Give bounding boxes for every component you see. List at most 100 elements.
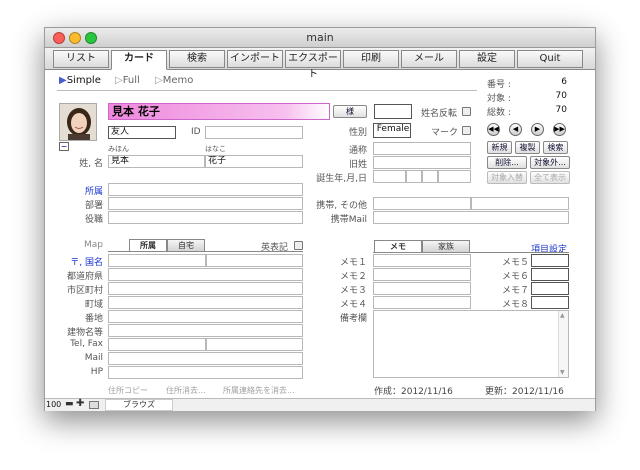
next-record-icon[interactable]: ▶ — [531, 123, 544, 136]
birth-day-field[interactable] — [422, 170, 438, 183]
tab-import[interactable]: インポート — [227, 50, 283, 68]
memo8-label: メモ８ — [501, 300, 529, 310]
tab-family[interactable]: 家族 — [422, 240, 470, 252]
birth-month-field[interactable] — [406, 170, 422, 183]
display-name-field[interactable]: 見本 花子 — [108, 103, 330, 120]
street-number-field[interactable] — [108, 310, 303, 323]
town-field[interactable] — [108, 296, 303, 309]
remarks-textarea[interactable]: ▲ ▼ — [373, 310, 569, 378]
search-button[interactable]: 検索 — [543, 141, 568, 154]
contact-photo[interactable] — [59, 103, 97, 141]
memo6-field[interactable] — [531, 268, 569, 281]
position-field[interactable] — [108, 211, 303, 224]
delete-button[interactable]: 削除... — [487, 156, 527, 169]
portrait-image — [60, 104, 96, 140]
prefecture-field[interactable] — [108, 268, 303, 281]
tab-memo[interactable]: メモ — [374, 240, 422, 252]
department-field[interactable] — [108, 197, 303, 210]
zoom-in-icon[interactable]: ✚ — [76, 399, 84, 409]
building-field[interactable] — [108, 324, 303, 337]
map-label[interactable]: Map — [59, 240, 103, 250]
mode-indicator[interactable]: ブラウズ — [105, 399, 173, 411]
scroll-down-icon[interactable]: ▼ — [560, 369, 565, 376]
clear-address-link[interactable]: 住所消去... — [166, 385, 206, 396]
status-bar: 100 ▬ ✚ ブラウズ — [45, 398, 595, 411]
duplicate-button[interactable]: 複製 — [515, 141, 540, 154]
total-value: 70 — [555, 105, 567, 115]
tel-fax-label: Tel, Fax — [70, 339, 103, 349]
tab-export[interactable]: エクスポート — [285, 50, 341, 80]
new-button[interactable]: 新規 — [487, 141, 512, 154]
tab-settings[interactable]: 設定 — [459, 50, 515, 68]
divider — [57, 90, 477, 91]
clear-affiliation-contact-link[interactable]: 所属連絡先を消去... — [223, 385, 295, 396]
city-field[interactable] — [108, 282, 303, 295]
sei-kana[interactable]: みほん — [108, 144, 129, 154]
zoom-out-icon[interactable]: ▬ — [65, 400, 74, 409]
copy-address-link[interactable]: 住所コピー — [108, 385, 148, 396]
quit-button[interactable]: Quit — [517, 50, 583, 68]
first-record-icon[interactable]: ◀◀ — [487, 123, 500, 136]
scroll-up-icon[interactable]: ▲ — [560, 312, 565, 319]
gender-field[interactable]: Female — [373, 123, 411, 138]
tab-search[interactable]: 検索 — [169, 50, 225, 68]
tab-card[interactable]: カード — [111, 50, 167, 70]
postal-field[interactable] — [108, 254, 206, 267]
show-all-button[interactable]: 全て表示 — [530, 171, 570, 184]
honorific-extra-field[interactable] — [374, 104, 412, 119]
affiliation-label: 所属 — [84, 187, 103, 197]
mobile-mail-label: 携帯Mail — [330, 215, 367, 225]
target-label: 対象 : — [487, 94, 511, 104]
view-full[interactable]: ▷Full — [115, 75, 140, 86]
hp-field[interactable] — [108, 366, 303, 379]
remove-photo-button[interactable]: − — [59, 142, 69, 151]
tab-address-home[interactable]: 自宅 — [167, 239, 205, 251]
relation-field[interactable]: 友人 — [108, 126, 176, 139]
tab-mail[interactable]: メール — [401, 50, 457, 68]
number-value: 6 — [561, 77, 567, 87]
city-label: 市区町村 — [66, 286, 103, 296]
memo5-field[interactable] — [531, 254, 569, 267]
memo8-field[interactable] — [531, 296, 569, 309]
mark-checkbox[interactable] — [462, 126, 471, 135]
english-checkbox[interactable] — [294, 241, 303, 250]
mobile-field-1[interactable] — [373, 197, 471, 210]
mobile-field-2[interactable] — [471, 197, 569, 210]
birth-year-field[interactable] — [373, 170, 406, 183]
replace-target-button[interactable]: 対象入替 — [487, 171, 527, 184]
sei-field[interactable]: 見本 — [108, 155, 205, 168]
alias-field[interactable] — [373, 142, 471, 155]
memo2-field[interactable] — [373, 268, 471, 281]
exclude-button[interactable]: 対象外... — [530, 156, 570, 169]
tab-address-work[interactable]: 所属 — [129, 239, 167, 251]
window-title: main — [306, 31, 334, 44]
view-memo-label: Memo — [162, 75, 194, 86]
tab-print[interactable]: 印刷 — [343, 50, 399, 68]
mei-field[interactable]: 花子 — [205, 155, 303, 168]
name-swap-checkbox[interactable] — [462, 107, 471, 116]
memo3-field[interactable] — [373, 282, 471, 295]
zoom-level[interactable]: 100 — [46, 400, 61, 409]
remarks-scrollbar[interactable]: ▲ ▼ — [558, 311, 568, 377]
fax-field[interactable] — [206, 338, 303, 351]
updated-date: 更新：2012/11/16 — [485, 387, 564, 397]
last-record-icon[interactable]: ▶▶ — [553, 123, 566, 136]
view-simple[interactable]: ▶Simple — [59, 75, 101, 86]
mail-field[interactable] — [108, 352, 303, 365]
tab-list[interactable]: リスト — [53, 50, 109, 68]
memo4-field[interactable] — [373, 296, 471, 309]
memo7-field[interactable] — [531, 282, 569, 295]
affiliation-field[interactable] — [108, 183, 303, 196]
memo1-field[interactable] — [373, 254, 471, 267]
age-field[interactable] — [438, 170, 471, 183]
mobile-mail-field[interactable] — [373, 211, 569, 224]
mei-kana[interactable]: はなこ — [205, 144, 226, 154]
tel-field[interactable] — [108, 338, 206, 351]
old-name-field[interactable] — [373, 156, 471, 169]
honorific-button[interactable]: 様 — [333, 105, 367, 118]
prev-record-icon[interactable]: ◀ — [509, 123, 522, 136]
view-memo[interactable]: ▷Memo — [155, 75, 193, 86]
country-field[interactable] — [206, 254, 303, 267]
id-field[interactable] — [205, 126, 303, 139]
toggle-toolbar-icon[interactable] — [89, 401, 99, 409]
